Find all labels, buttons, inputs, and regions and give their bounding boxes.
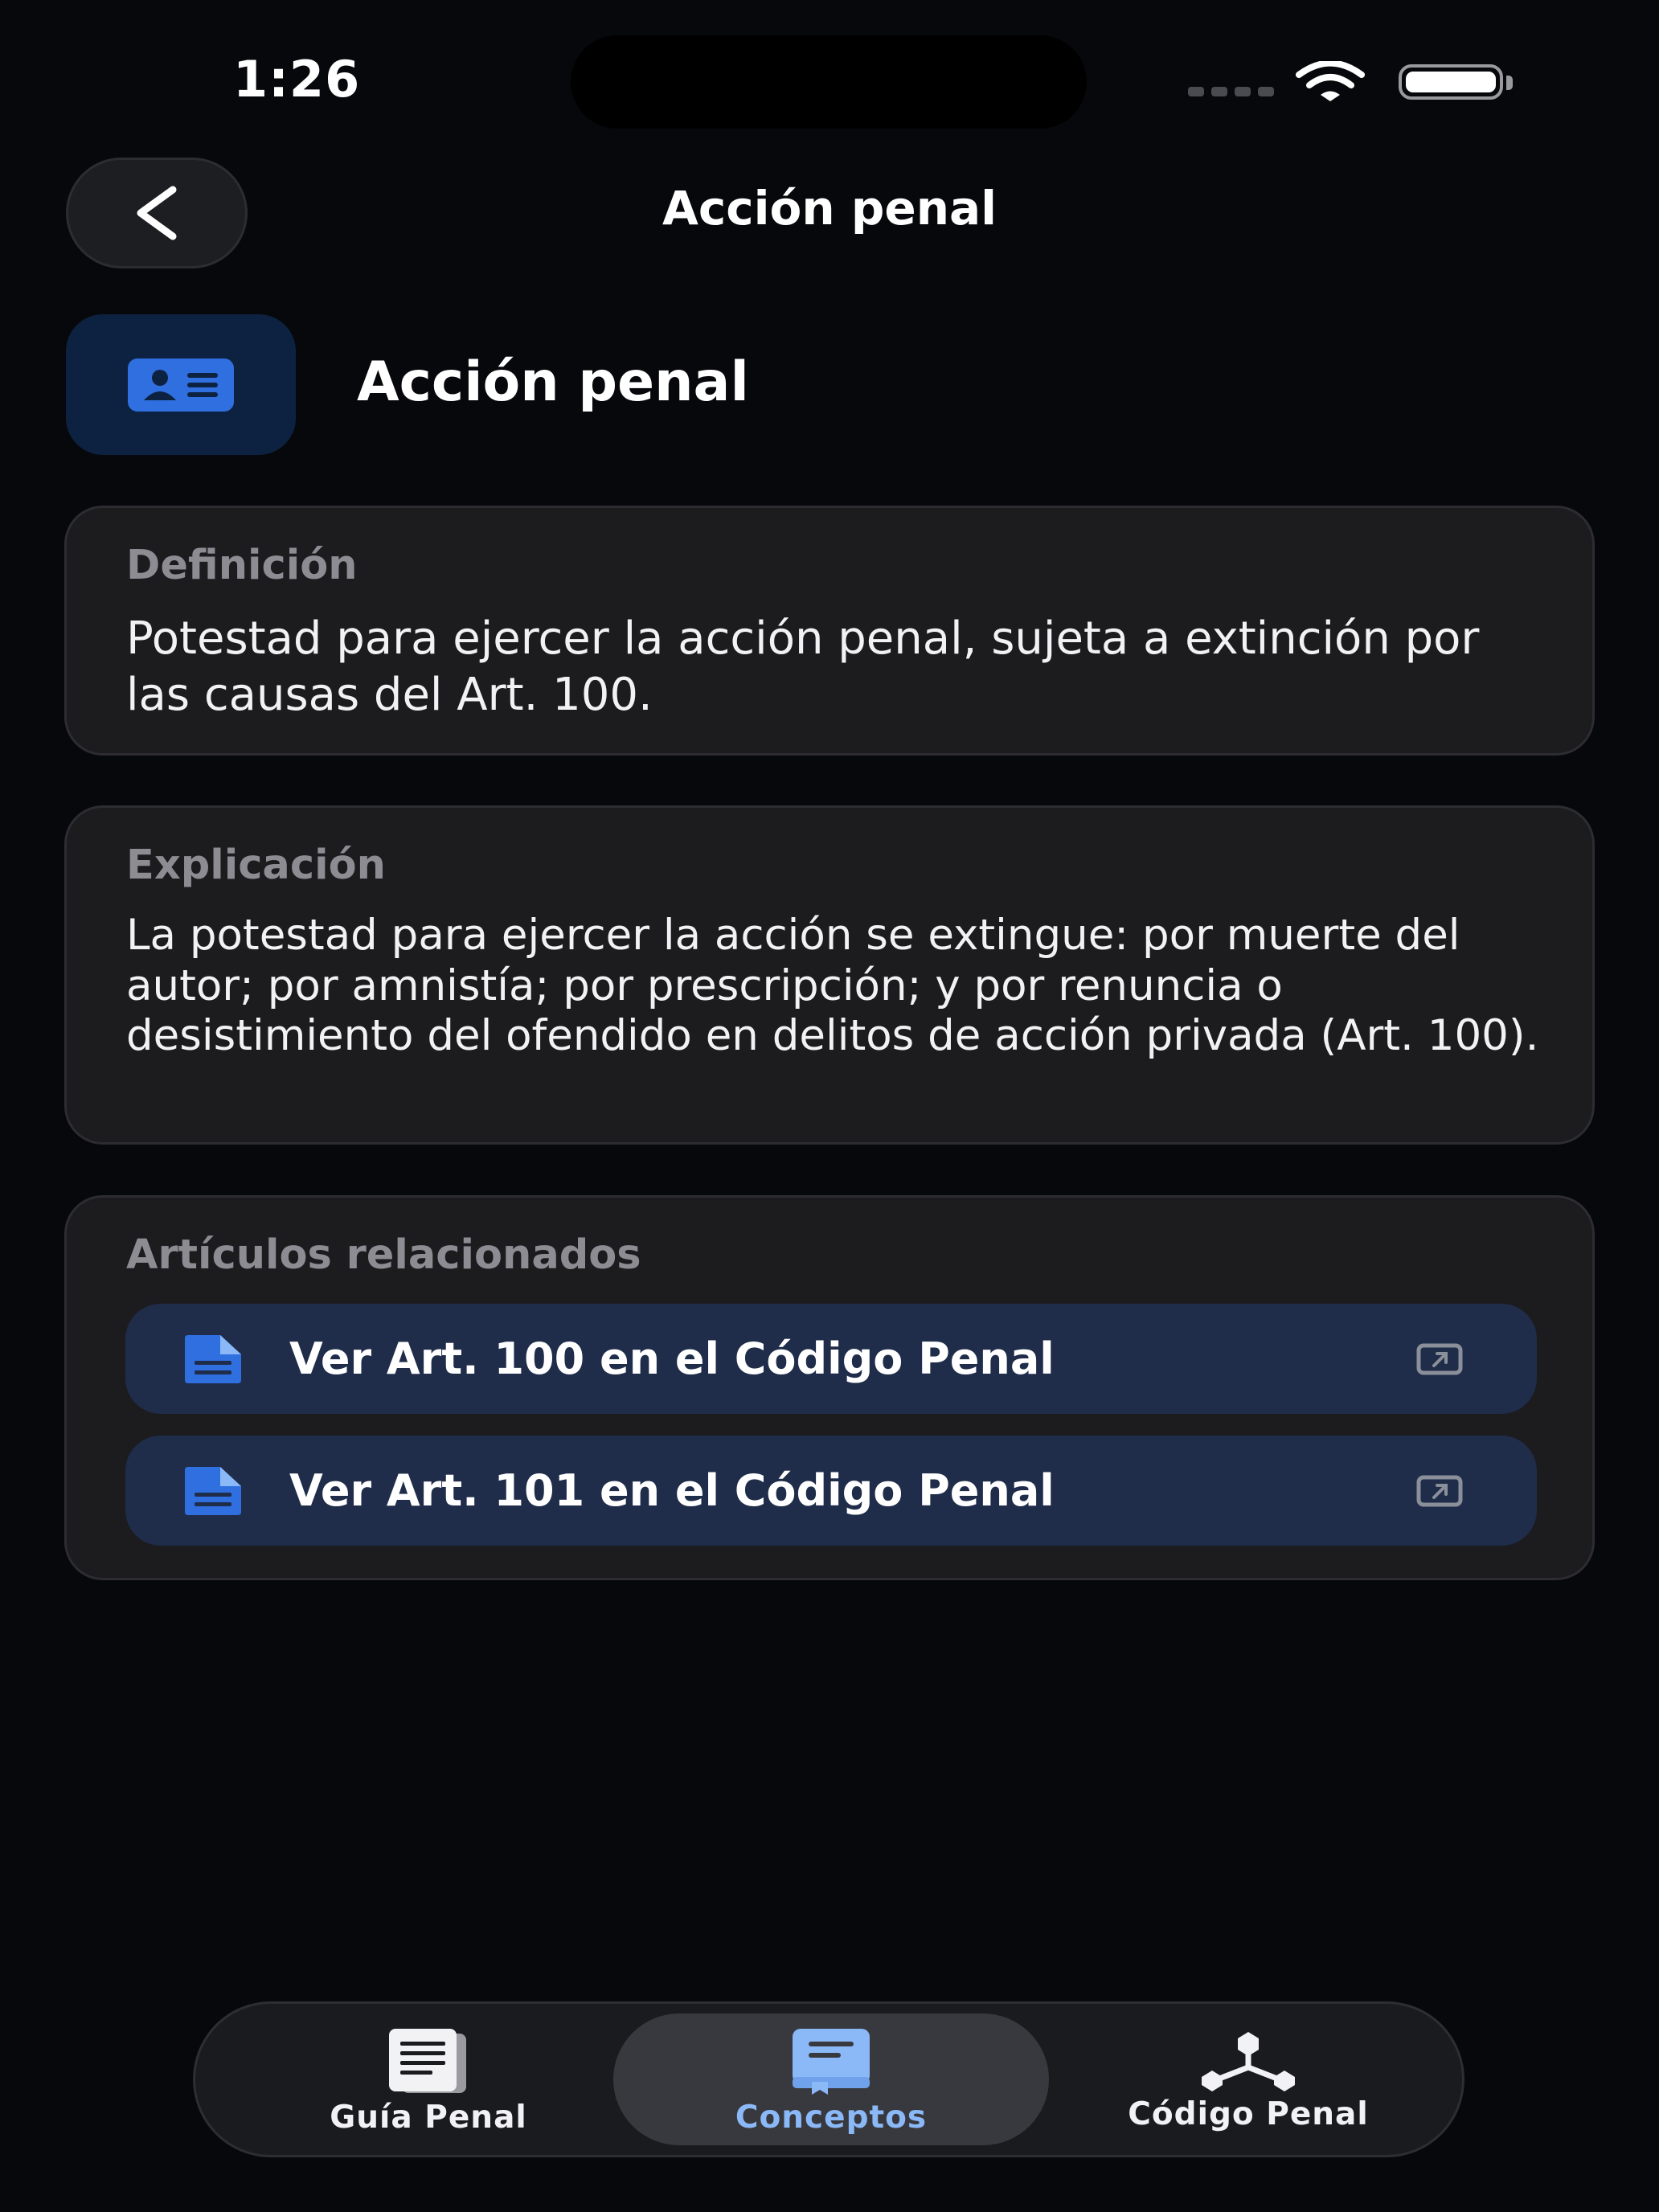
- related-articles-card: Artículos relacionados Ver Art. 100 en e…: [64, 1195, 1595, 1580]
- nav-title: Acción penal: [662, 181, 997, 236]
- concept-icon-tile: [66, 314, 296, 455]
- explanation-text: La potestad para ejercer la acción se ex…: [126, 911, 1539, 1061]
- wifi-icon: [1296, 61, 1365, 101]
- related-article-label: Ver Art. 100 en el Código Penal: [289, 1333, 1055, 1384]
- battery-tip: [1506, 76, 1513, 90]
- definition-label: Definición: [126, 542, 358, 589]
- document-icon: [185, 1334, 241, 1383]
- tab-bar: Guía Penal Conceptos Código Penal: [193, 2001, 1464, 2157]
- external-link-icon: [1416, 1475, 1463, 1506]
- tab-guia-penal[interactable]: Guía Penal: [292, 2004, 565, 2160]
- tab-codigo-penal[interactable]: Código Penal: [1079, 2004, 1417, 2160]
- explanation-label: Explicación: [126, 842, 386, 889]
- status-time: 1:26: [233, 50, 361, 109]
- document-icon: [185, 1466, 241, 1515]
- related-article-link[interactable]: Ver Art. 101 en el Código Penal: [125, 1436, 1537, 1546]
- tab-label: Código Penal: [1128, 2095, 1369, 2132]
- definition-card: Definición Potestad para ejercer la acci…: [64, 506, 1595, 756]
- hierarchy-nodes-icon: [1202, 2031, 1295, 2091]
- related-article-link[interactable]: Ver Art. 100 en el Código Penal: [125, 1304, 1537, 1414]
- related-article-label: Ver Art. 101 en el Código Penal: [289, 1465, 1055, 1516]
- concept-title: Acción penal: [357, 350, 749, 414]
- id-card-icon: [128, 358, 234, 412]
- related-label: Artículos relacionados: [126, 1231, 641, 1279]
- explanation-card: Explicación La potestad para ejercer la …: [64, 805, 1595, 1145]
- book-pages-icon: [389, 2028, 466, 2093]
- tab-conceptos[interactable]: Conceptos: [614, 2004, 1048, 2160]
- cellular-signal-icon: [1188, 87, 1274, 96]
- tab-label: Guía Penal: [330, 2099, 527, 2136]
- external-link-icon: [1416, 1343, 1463, 1374]
- dynamic-island: [571, 35, 1087, 129]
- battery-icon: [1399, 64, 1503, 100]
- book-closed-icon: [793, 2028, 870, 2095]
- tab-label: Conceptos: [735, 2099, 928, 2136]
- definition-text: Potestad para ejercer la acción penal, s…: [126, 612, 1480, 721]
